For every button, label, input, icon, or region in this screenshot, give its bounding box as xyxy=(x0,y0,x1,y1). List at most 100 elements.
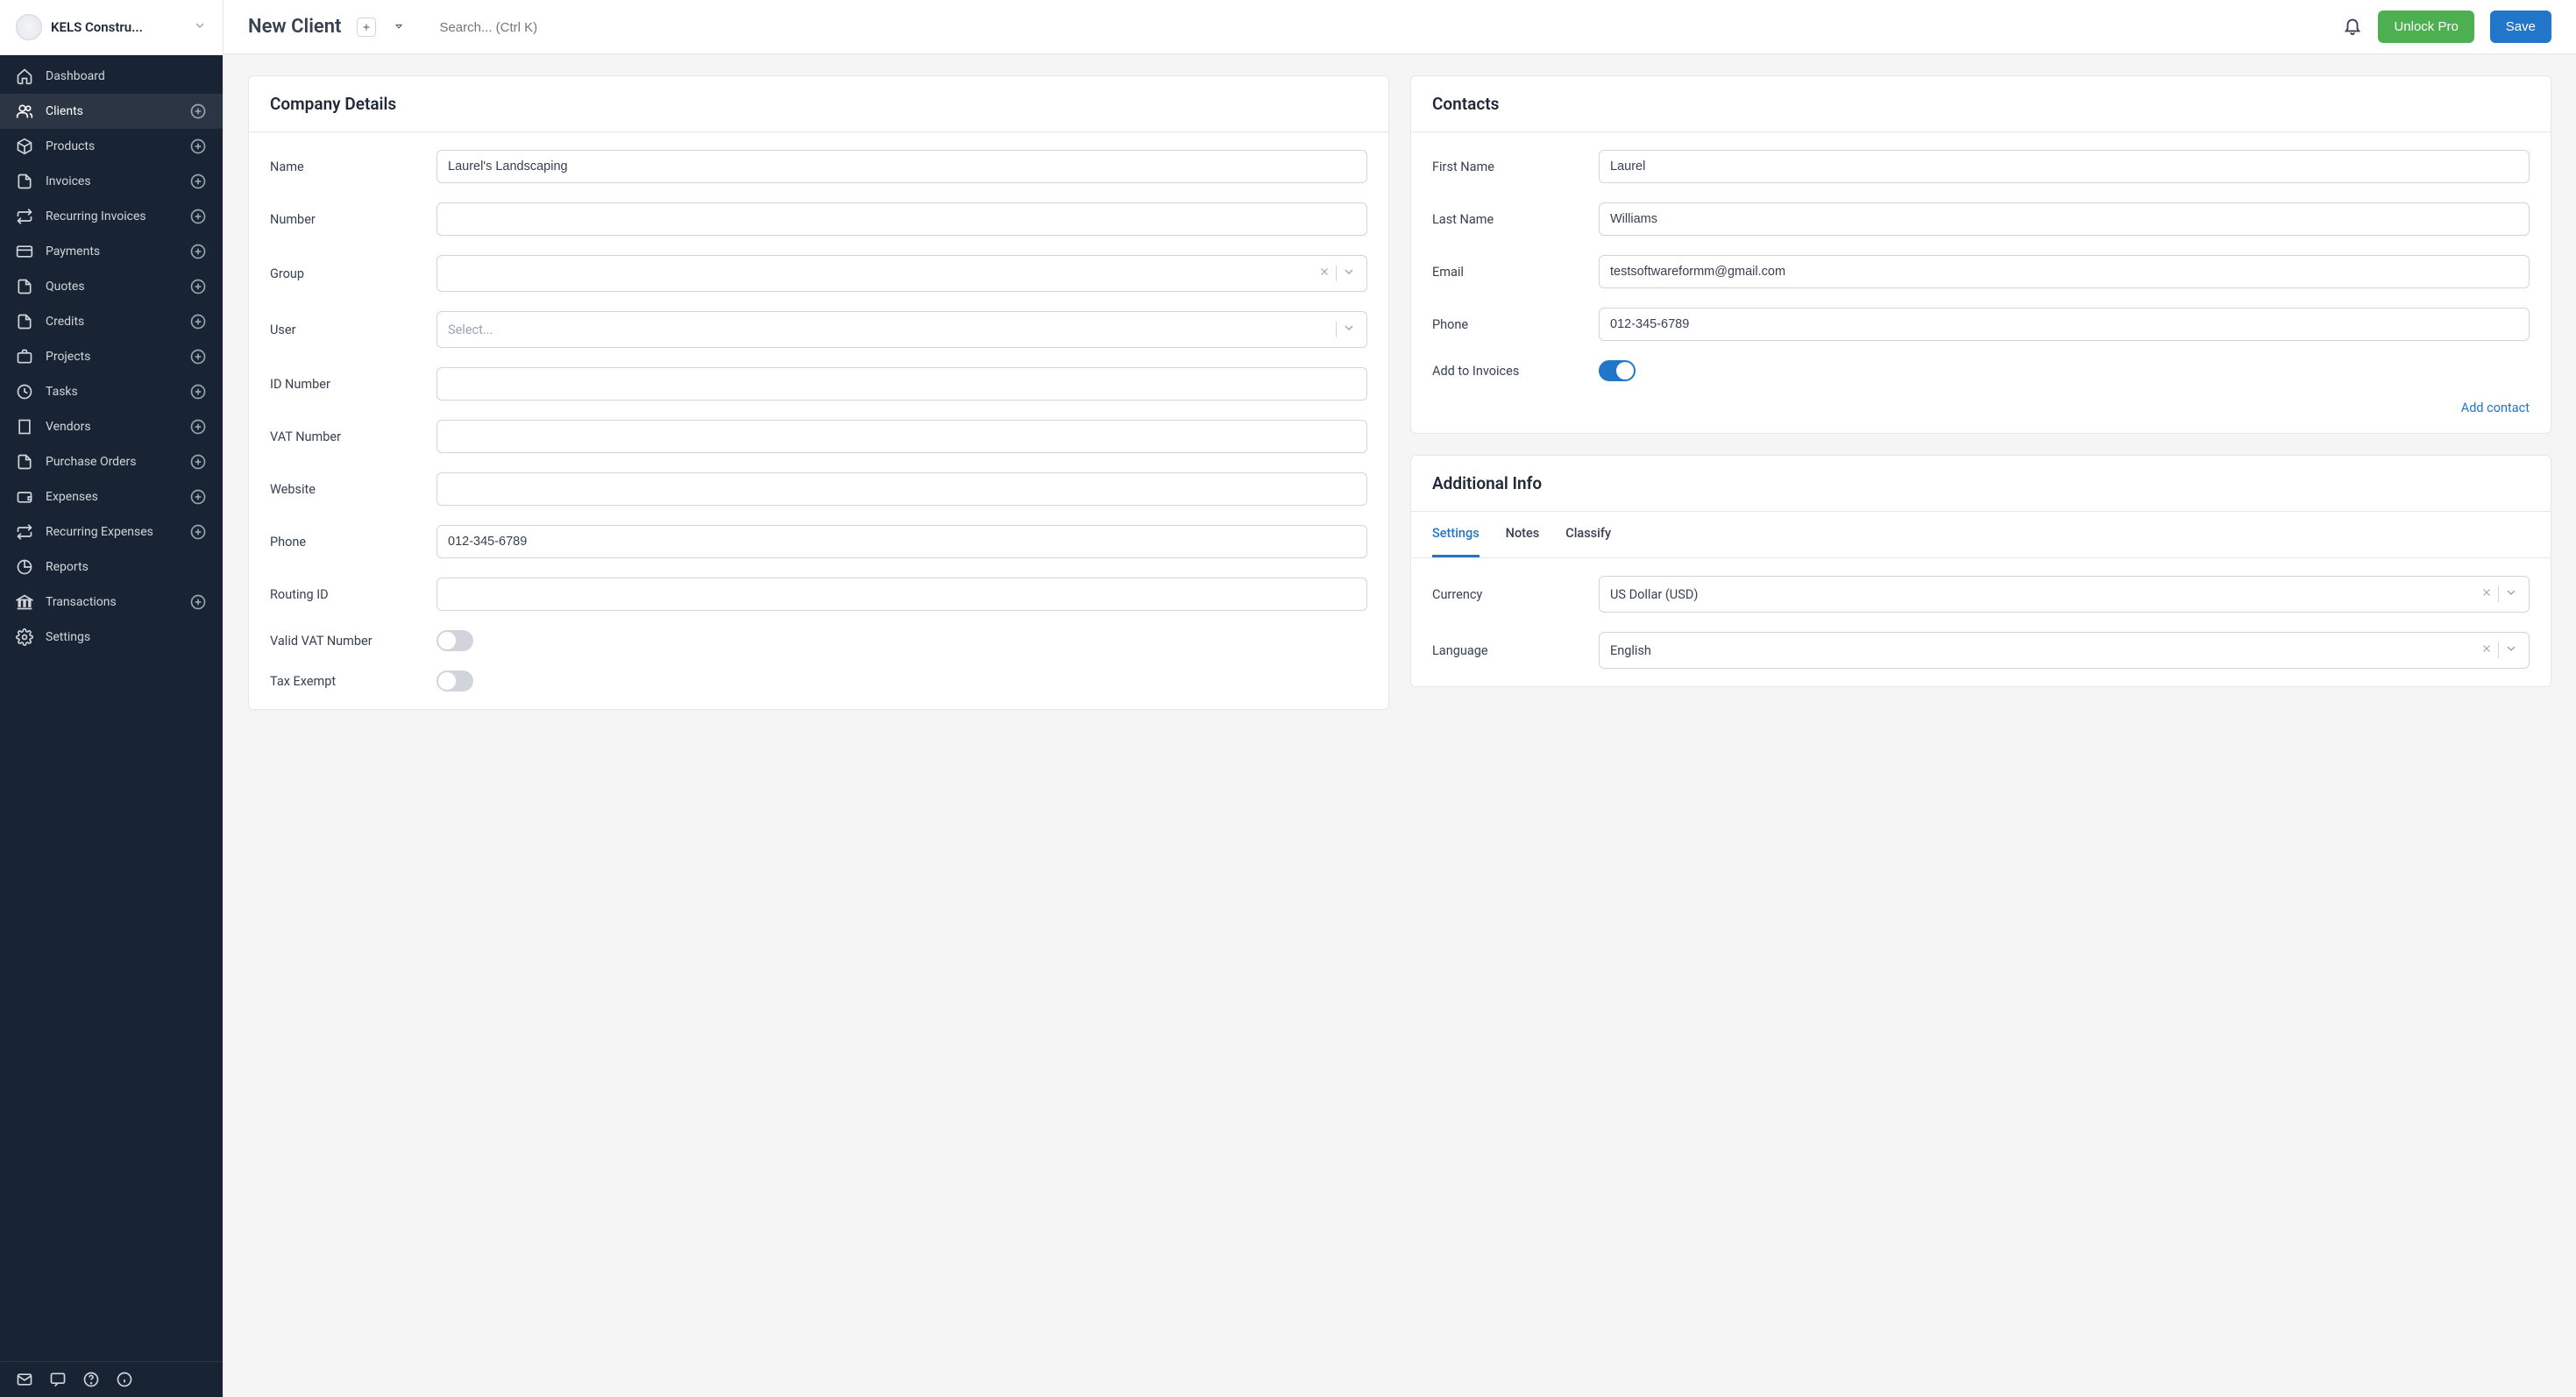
sidebar-item-label: Credits xyxy=(46,315,177,329)
sidebar-item-label: Clients xyxy=(46,104,177,118)
box-icon xyxy=(16,138,33,155)
website-label: Website xyxy=(270,482,419,497)
gear-icon xyxy=(16,628,33,646)
contacts-heading: Contacts xyxy=(1411,76,2551,132)
sidebar-item-settings[interactable]: Settings xyxy=(0,620,223,655)
unlock-pro-button[interactable]: Unlock Pro xyxy=(2378,11,2473,43)
sidebar-item-label: Settings xyxy=(46,630,207,644)
idnumber-input[interactable] xyxy=(436,367,1367,401)
sidebar-item-vendors[interactable]: Vendors xyxy=(0,409,223,444)
website-input[interactable] xyxy=(436,472,1367,506)
users-icon xyxy=(16,103,33,120)
plus-circle-icon[interactable] xyxy=(189,208,207,225)
new-menu-button[interactable] xyxy=(357,18,376,37)
group-select[interactable] xyxy=(436,255,1367,292)
add-contact-link[interactable]: Add contact xyxy=(1432,401,2530,415)
company-details-card: Company Details Name Number Group xyxy=(248,75,1389,710)
file-icon xyxy=(16,313,33,330)
mail-icon[interactable] xyxy=(16,1371,33,1388)
plus-circle-icon[interactable] xyxy=(189,278,207,295)
sidebar-item-transactions[interactable]: Transactions xyxy=(0,585,223,620)
building-icon xyxy=(16,418,33,436)
clear-icon[interactable] xyxy=(2480,642,2493,658)
file-icon xyxy=(16,173,33,190)
contact-phone-input[interactable] xyxy=(1599,308,2530,341)
name-input[interactable] xyxy=(436,150,1367,183)
taxexempt-label: Tax Exempt xyxy=(270,674,419,689)
plus-circle-icon[interactable] xyxy=(189,453,207,471)
plus-circle-icon[interactable] xyxy=(189,313,207,330)
email-input[interactable] xyxy=(1599,255,2530,288)
sidebar-item-clients[interactable]: Clients xyxy=(0,94,223,129)
plus-circle-icon[interactable] xyxy=(189,138,207,155)
tab-classify[interactable]: Classify xyxy=(1565,512,1611,557)
plus-circle-icon[interactable] xyxy=(189,488,207,506)
sidebar-item-credits[interactable]: Credits xyxy=(0,304,223,339)
lastname-label: Last Name xyxy=(1432,212,1581,227)
search-container xyxy=(422,18,2327,35)
plus-circle-icon[interactable] xyxy=(189,348,207,365)
currency-select[interactable]: US Dollar (USD) xyxy=(1599,576,2530,613)
sidebar-footer xyxy=(0,1361,223,1397)
repeat-icon xyxy=(16,208,33,225)
firstname-input[interactable] xyxy=(1599,150,2530,183)
chevron-down-icon xyxy=(2504,585,2518,603)
sidebar-item-invoices[interactable]: Invoices xyxy=(0,164,223,199)
wallet-icon xyxy=(16,488,33,506)
chevron-down-icon xyxy=(2504,642,2518,659)
bell-icon[interactable] xyxy=(2343,16,2362,39)
plus-circle-icon[interactable] xyxy=(189,103,207,120)
routing-input[interactable] xyxy=(436,578,1367,611)
sidebar-item-label: Recurring Invoices xyxy=(46,209,177,223)
company-details-heading: Company Details xyxy=(249,76,1388,132)
plus-circle-icon[interactable] xyxy=(189,243,207,260)
tab-settings[interactable]: Settings xyxy=(1432,512,1480,557)
sidebar-item-label: Quotes xyxy=(46,280,177,294)
sidebar-item-label: Invoices xyxy=(46,174,177,188)
firstname-label: First Name xyxy=(1432,160,1581,174)
sidebar-item-expenses[interactable]: Expenses xyxy=(0,479,223,514)
sidebar-item-products[interactable]: Products xyxy=(0,129,223,164)
info-icon[interactable] xyxy=(116,1371,133,1388)
sidebar-item-recurring-expenses[interactable]: Recurring Expenses xyxy=(0,514,223,550)
plus-circle-icon[interactable] xyxy=(189,383,207,401)
plus-circle-icon[interactable] xyxy=(189,173,207,190)
sidebar-item-dashboard[interactable]: Dashboard xyxy=(0,59,223,94)
number-input[interactable] xyxy=(436,202,1367,236)
lastname-input[interactable] xyxy=(1599,202,2530,236)
plus-circle-icon[interactable] xyxy=(189,523,207,541)
org-switcher[interactable]: KELS Constru... xyxy=(0,0,223,55)
plus-circle-icon[interactable] xyxy=(189,418,207,436)
sidebar-item-quotes[interactable]: Quotes xyxy=(0,269,223,304)
clock-icon xyxy=(16,383,33,401)
addtoinvoices-toggle[interactable] xyxy=(1599,360,1636,381)
sidebar-item-label: Payments xyxy=(46,245,177,259)
addtoinvoices-label: Add to Invoices xyxy=(1432,364,1581,379)
chat-icon[interactable] xyxy=(49,1371,67,1388)
language-select[interactable]: English xyxy=(1599,632,2530,669)
taxexempt-toggle[interactable] xyxy=(436,670,473,691)
plus-circle-icon[interactable] xyxy=(189,593,207,611)
new-menu-chevron[interactable] xyxy=(392,18,406,35)
search-input[interactable] xyxy=(439,20,702,35)
user-select[interactable]: Select... xyxy=(436,311,1367,348)
sidebar-item-tasks[interactable]: Tasks xyxy=(0,374,223,409)
phone-input[interactable] xyxy=(436,525,1367,558)
name-label: Name xyxy=(270,160,419,174)
sidebar-item-projects[interactable]: Projects xyxy=(0,339,223,374)
sidebar-item-payments[interactable]: Payments xyxy=(0,234,223,269)
save-button[interactable]: Save xyxy=(2490,11,2551,43)
sidebar-item-recurring-invoices[interactable]: Recurring Invoices xyxy=(0,199,223,234)
language-value: English xyxy=(1610,643,2473,658)
sidebar-item-purchase-orders[interactable]: Purchase Orders xyxy=(0,444,223,479)
tab-notes[interactable]: Notes xyxy=(1506,512,1540,557)
vat-input[interactable] xyxy=(436,420,1367,453)
sidebar-item-label: Vendors xyxy=(46,420,177,434)
sidebar-item-label: Reports xyxy=(46,560,207,574)
validvat-toggle[interactable] xyxy=(436,630,473,651)
sidebar-item-reports[interactable]: Reports xyxy=(0,550,223,585)
clear-icon[interactable] xyxy=(1318,266,1331,281)
help-icon[interactable] xyxy=(82,1371,100,1388)
org-logo xyxy=(16,14,42,40)
clear-icon[interactable] xyxy=(2480,586,2493,602)
